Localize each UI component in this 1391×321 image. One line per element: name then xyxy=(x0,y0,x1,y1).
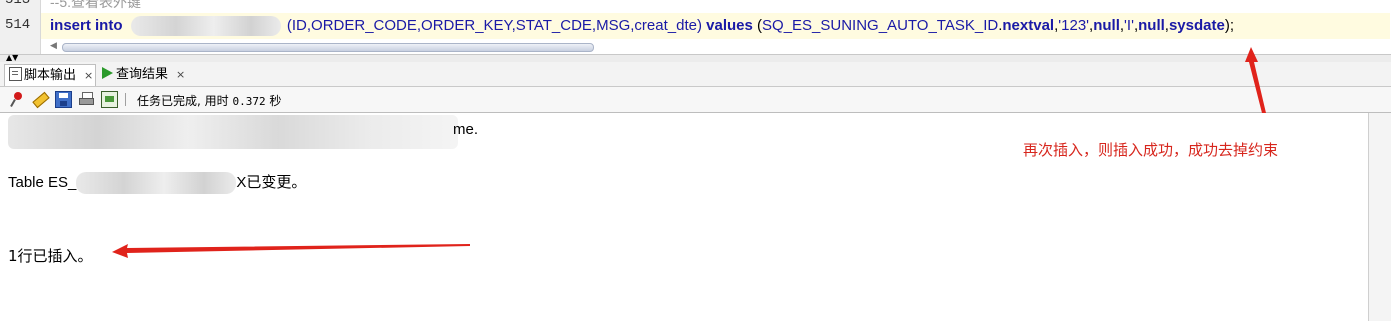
annotation-arrow-left xyxy=(112,244,470,258)
annotation-arrows xyxy=(112,47,1266,258)
annotation-arrow-up xyxy=(1245,47,1266,113)
